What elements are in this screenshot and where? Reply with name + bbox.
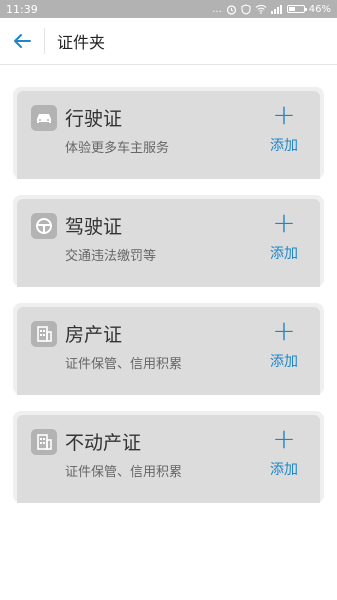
card-body: 行驶证 体验更多车主服务 + 添加: [17, 91, 320, 179]
card-body: 不动产证 证件保管、信用积累 + 添加: [17, 415, 320, 503]
card-title: 行驶证: [65, 108, 123, 130]
add-label: 添加: [270, 354, 298, 370]
page-title: 证件夹: [57, 33, 106, 52]
status-bar: 11:39 ... 46%: [0, 0, 337, 18]
building-icon: [31, 429, 57, 455]
steering-wheel-icon: [31, 213, 57, 239]
add-button[interactable]: + 添加: [264, 209, 304, 269]
status-dots: ...: [212, 3, 222, 15]
add-label: 添加: [270, 462, 298, 478]
battery-percent: 46%: [308, 3, 331, 15]
add-label: 添加: [270, 138, 298, 154]
wifi-icon: [255, 4, 267, 14]
building-icon: [31, 321, 57, 347]
shield-icon: [241, 3, 251, 15]
card-title: 房产证: [65, 324, 123, 346]
card-property-certificate[interactable]: 房产证 证件保管、信用积累 + 添加: [13, 303, 324, 395]
card-body: 驾驶证 交通违法缴罚等 + 添加: [17, 199, 320, 287]
plus-icon: +: [272, 314, 296, 347]
card-title: 驾驶证: [65, 216, 123, 238]
plus-icon: +: [272, 98, 296, 131]
add-button[interactable]: + 添加: [264, 425, 304, 485]
battery-icon: [286, 5, 307, 13]
appbar-divider: [44, 28, 45, 54]
app-bar: 证件夹: [0, 18, 337, 65]
back-arrow-icon: [14, 34, 31, 48]
card-title: 不动产证: [65, 432, 142, 454]
card-real-estate-certificate[interactable]: 不动产证 证件保管、信用积累 + 添加: [13, 411, 324, 503]
card-subtitle: 交通违法缴罚等: [65, 249, 157, 264]
alarm-icon: [226, 4, 237, 15]
add-button[interactable]: + 添加: [264, 317, 304, 377]
status-icons: ... 46%: [212, 4, 331, 15]
back-button[interactable]: [0, 18, 44, 64]
card-subtitle: 证件保管、信用积累: [65, 465, 183, 480]
card-vehicle-license[interactable]: 行驶证 体验更多车主服务 + 添加: [13, 87, 324, 179]
card-body: 房产证 证件保管、信用积累 + 添加: [17, 307, 320, 395]
card-driver-license[interactable]: 驾驶证 交通违法缴罚等 + 添加: [13, 195, 324, 287]
add-label: 添加: [270, 246, 298, 262]
card-subtitle: 体验更多车主服务: [65, 141, 170, 156]
add-button[interactable]: + 添加: [264, 101, 304, 161]
status-time: 11:39: [6, 2, 38, 16]
plus-icon: +: [272, 206, 296, 239]
card-subtitle: 证件保管、信用积累: [65, 357, 183, 372]
signal-icon: [270, 4, 283, 14]
plus-icon: +: [272, 422, 296, 455]
car-icon: [31, 105, 57, 131]
battery-fill: [288, 7, 296, 11]
